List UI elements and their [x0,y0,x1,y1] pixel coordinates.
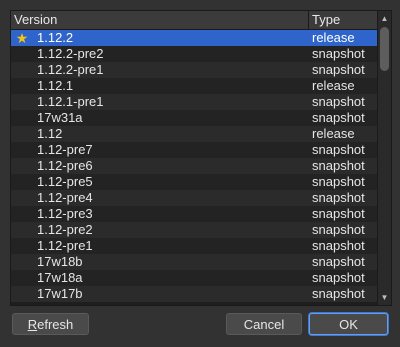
version-cell: 1.12.1 [37,78,74,93]
type-cell: snapshot [312,62,365,77]
version-cell: 1.12 [37,126,63,141]
version-cell: 17w31a [37,110,83,125]
version-cell: 1.12-pre3 [37,206,93,221]
star-icon: ★ [15,30,29,46]
version-cell: 17w18a [37,270,83,285]
table-row[interactable]: 1.12-pre3 snapshot [11,206,377,222]
version-cell: 1.12.2 [37,30,74,45]
table-body: ★ 1.12.2 release 1.12.2-pre2 snapshot 1.12.2-… [11,30,377,305]
version-cell: 1.12-pre5 [37,174,93,189]
version-cell: 1.12-pre4 [37,190,93,205]
table-row[interactable]: 1.12-pre5 snapshot [11,174,377,190]
version-cell: 17w18b [37,254,83,269]
table-row[interactable]: 1.12-pre1 snapshot [11,238,377,254]
type-cell: snapshot [312,206,365,221]
refresh-button[interactable]: Refresh [12,313,89,335]
table-row[interactable]: 17w17b snapshot [11,286,377,302]
version-table[interactable]: Version Type ★ 1.12.2 release 1.12.2-pre2 sn… [10,10,392,306]
type-cell: snapshot [312,46,365,61]
column-header-type[interactable]: Type [309,11,377,29]
version-cell: 1.12-pre6 [37,158,93,173]
scroll-up-arrow-icon[interactable]: ▲ [378,12,391,25]
vertical-scrollbar[interactable]: ▲ ▼ [377,11,391,305]
column-header-version[interactable]: Version [11,11,309,29]
type-cell: release [312,30,355,45]
version-cell: 1.12-pre7 [37,142,93,157]
type-cell: release [312,126,355,141]
ok-button[interactable]: OK [309,313,388,335]
table-row[interactable]: 17w18b snapshot [11,254,377,270]
table-row[interactable]: 1.12-pre4 snapshot [11,190,377,206]
table-row[interactable]: 1.12-pre2 snapshot [11,222,377,238]
version-cell: 1.12.2-pre2 [37,46,104,61]
table-row[interactable]: ★ 1.12.2 release [11,30,377,46]
type-cell: snapshot [312,110,365,125]
refresh-mnemonic: R [27,317,38,332]
type-cell: snapshot [312,270,365,285]
table-row[interactable]: 1.12 release [11,126,377,142]
version-cell: 1.12.2-pre1 [37,62,104,77]
table-row[interactable]: 1.12.1-pre1 snapshot [11,94,377,110]
table-row[interactable]: 1.12-pre7 snapshot [11,142,377,158]
type-cell: snapshot [312,254,365,269]
table-row[interactable]: 1.12.1 release [11,78,377,94]
version-cell: 1.12-pre1 [37,238,93,253]
version-cell: 1.12-pre2 [37,222,93,237]
table-row[interactable]: 1.12.2-pre2 snapshot [11,46,377,62]
version-cell: 1.12.1-pre1 [37,94,104,109]
type-cell: snapshot [312,286,365,301]
type-cell: snapshot [312,158,365,173]
table-row[interactable]: 17w18a snapshot [11,270,377,286]
type-cell: snapshot [312,238,365,253]
table-header: Version Type [11,11,377,30]
scroll-thumb[interactable] [380,27,389,71]
version-cell: 17w17b [37,286,83,301]
table-row[interactable]: 17w31a snapshot [11,110,377,126]
table-row[interactable]: 1.12-pre6 snapshot [11,158,377,174]
type-cell: snapshot [312,174,365,189]
type-cell: release [312,78,355,93]
refresh-label: efresh [37,317,74,332]
type-cell: snapshot [312,94,365,109]
type-cell: snapshot [312,190,365,205]
type-cell: snapshot [312,222,365,237]
table-row[interactable]: 1.12.2-pre1 snapshot [11,62,377,78]
cancel-button[interactable]: Cancel [226,313,302,335]
scroll-down-arrow-icon[interactable]: ▼ [378,291,391,304]
type-cell: snapshot [312,142,365,157]
